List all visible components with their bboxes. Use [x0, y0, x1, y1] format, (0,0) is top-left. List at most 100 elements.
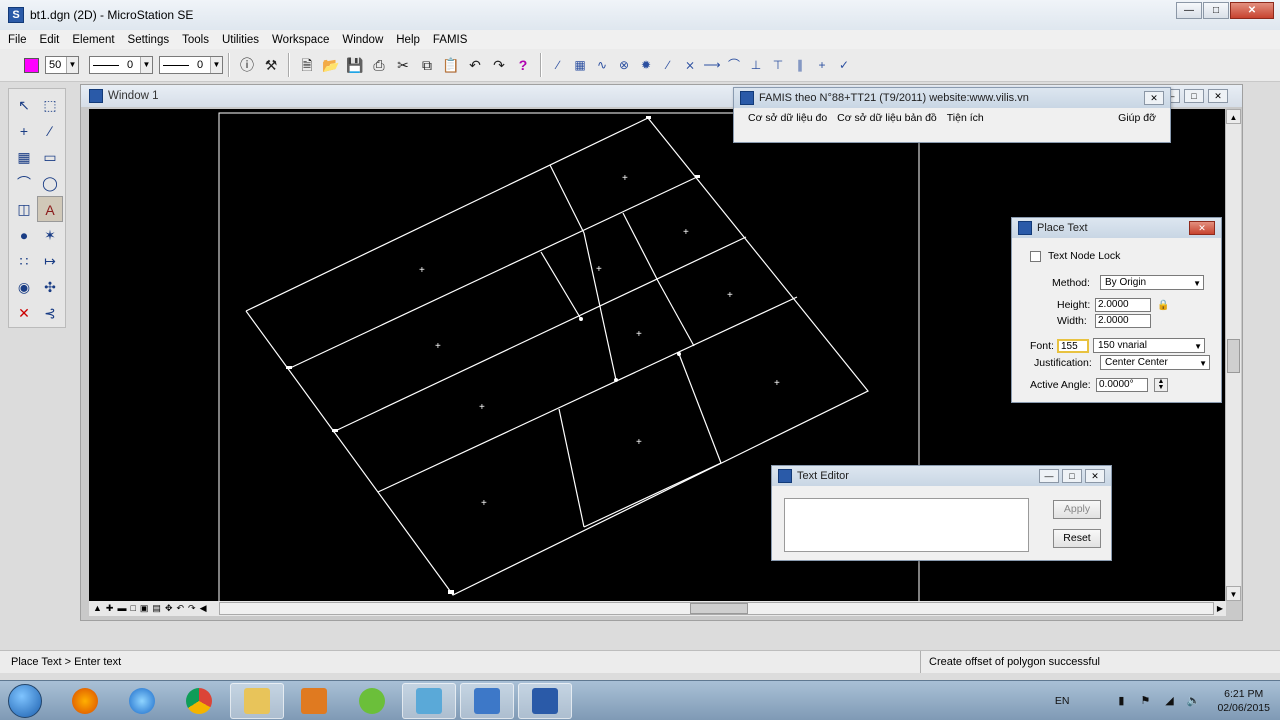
- taskbar-explorer[interactable]: [230, 683, 284, 719]
- window-area-icon[interactable]: □: [130, 603, 135, 614]
- clock[interactable]: 6:21 PM 02/06/2015: [1217, 687, 1270, 715]
- minimize-button[interactable]: —: [1176, 2, 1202, 19]
- text-node-lock-checkbox[interactable]: [1030, 250, 1041, 262]
- fit-view-icon[interactable]: ▣: [140, 603, 149, 614]
- redo-icon[interactable]: ↷: [488, 54, 510, 76]
- view-maximize-button[interactable]: □: [1184, 89, 1204, 103]
- polyline-icon[interactable]: ∕: [658, 54, 678, 76]
- place-text-close-button[interactable]: ✕: [1189, 221, 1215, 235]
- fork-icon[interactable]: ⊤: [768, 54, 788, 76]
- reset-button[interactable]: Reset: [1053, 529, 1101, 548]
- volume-icon[interactable]: 🔈: [1186, 694, 1201, 708]
- paste-icon[interactable]: 📋: [440, 54, 462, 76]
- line-tool-icon[interactable]: ∕: [548, 54, 568, 76]
- taskbar-media-player[interactable]: [287, 683, 341, 719]
- angle-spinner[interactable]: ▲ ▼: [1154, 378, 1168, 392]
- menu-workspace[interactable]: Workspace: [272, 34, 329, 46]
- copy-element-icon[interactable]: ∷: [11, 248, 37, 274]
- snap-icon[interactable]: ∿: [592, 54, 612, 76]
- start-button[interactable]: [8, 684, 42, 718]
- globe-icon[interactable]: ◉: [11, 274, 37, 300]
- active-angle-field[interactable]: 0.0000°: [1096, 378, 1148, 392]
- cell-icon[interactable]: ◫: [11, 196, 37, 222]
- famis-menu-survey-data[interactable]: Cơ sở dữ liệu đo: [748, 112, 827, 124]
- active-color-swatch[interactable]: [24, 57, 39, 73]
- scroll-up-icon[interactable]: ▲: [1226, 109, 1241, 124]
- copy-icon[interactable]: ⧉: [416, 54, 438, 76]
- line-icon[interactable]: ∕: [37, 118, 63, 144]
- scroll-right-icon[interactable]: ▶: [1214, 604, 1226, 613]
- menu-settings[interactable]: Settings: [128, 34, 170, 46]
- gear-icon[interactable]: ✹: [636, 54, 656, 76]
- width-field[interactable]: 2.0000: [1095, 314, 1151, 328]
- famis-menu-help[interactable]: Giúp đỡ: [1118, 112, 1156, 124]
- delete-icon[interactable]: ✕: [11, 300, 37, 326]
- lock-icon[interactable]: 🔒: [1157, 300, 1169, 311]
- horizontal-scroll-thumb[interactable]: [690, 603, 748, 614]
- attributes-icon[interactable]: ⚒: [260, 54, 282, 76]
- arc-icon[interactable]: ⌒: [724, 54, 744, 76]
- justification-dropdown[interactable]: Center Center ▼: [1100, 355, 1210, 370]
- maximize-button[interactable]: □: [1203, 2, 1229, 19]
- measure-icon[interactable]: ↦: [37, 248, 63, 274]
- menu-element[interactable]: Element: [72, 34, 114, 46]
- menu-file[interactable]: File: [8, 34, 27, 46]
- scroll-down-icon[interactable]: ▼: [1226, 586, 1241, 601]
- method-dropdown[interactable]: By Origin ▼: [1100, 275, 1204, 290]
- save-icon[interactable]: 💾: [344, 54, 366, 76]
- cut-icon[interactable]: ✂: [392, 54, 414, 76]
- level-combo[interactable]: 50 ▼: [45, 56, 79, 74]
- shape-icon[interactable]: ▦: [11, 144, 37, 170]
- apply-button[interactable]: Apply: [1053, 500, 1101, 519]
- network-icon[interactable]: ◢: [1162, 694, 1176, 708]
- taskbar-app-pen[interactable]: [460, 683, 514, 719]
- view-next-icon[interactable]: ↷: [188, 603, 196, 614]
- node-icon[interactable]: ⟶: [702, 54, 722, 76]
- vertical-scrollbar[interactable]: ▲ ▼: [1225, 109, 1241, 601]
- text-editor-close-button[interactable]: ✕: [1085, 469, 1105, 483]
- manipulate-icon[interactable]: ✶: [37, 222, 63, 248]
- font-dropdown[interactable]: 150 vnarial ▼: [1093, 338, 1205, 353]
- check-line-icon[interactable]: ✓: [834, 54, 854, 76]
- info-icon[interactable]: ⓘ: [236, 54, 258, 76]
- circle-icon[interactable]: ◯: [37, 170, 63, 196]
- intersect-icon[interactable]: ⨯: [680, 54, 700, 76]
- menu-tools[interactable]: Tools: [182, 34, 209, 46]
- help-icon[interactable]: ?: [512, 54, 534, 76]
- fence-icon[interactable]: ⬚: [37, 92, 63, 118]
- arc-tool-icon[interactable]: ⌒: [11, 170, 37, 196]
- menu-famis[interactable]: FAMIS: [433, 34, 468, 46]
- menu-edit[interactable]: Edit: [40, 34, 60, 46]
- taskbar-app-blue[interactable]: [402, 683, 456, 719]
- language-indicator[interactable]: EN: [1055, 695, 1070, 707]
- view-close-button[interactable]: ✕: [1208, 89, 1228, 103]
- view-lock-icon[interactable]: ▲: [93, 603, 102, 614]
- taskbar-firefox[interactable]: [58, 683, 112, 719]
- move-icon[interactable]: ✣: [37, 274, 63, 300]
- famis-menu-utilities[interactable]: Tiện ích: [947, 112, 984, 124]
- famis-menu-map-data[interactable]: Cơ sở dữ liệu bản đồ: [837, 112, 937, 124]
- new-file-icon[interactable]: 🗎: [296, 54, 318, 76]
- text-editor-input[interactable]: [784, 498, 1029, 552]
- menu-window[interactable]: Window: [342, 34, 383, 46]
- text-editor-maximize-button[interactable]: □: [1062, 469, 1082, 483]
- battery-icon[interactable]: ▮: [1114, 694, 1128, 708]
- select-arrow-icon[interactable]: ↖: [11, 92, 37, 118]
- rectangle-icon[interactable]: ▭: [37, 144, 63, 170]
- flag-icon[interactable]: ⚑: [1138, 694, 1152, 708]
- close-button[interactable]: ✕: [1230, 2, 1274, 19]
- point-icon[interactable]: +: [11, 118, 37, 144]
- open-folder-icon[interactable]: 📂: [320, 54, 342, 76]
- undo-icon[interactable]: ↶: [464, 54, 486, 76]
- scroll-left-icon[interactable]: ◀: [200, 603, 207, 614]
- circle-cross-icon[interactable]: ⊗: [614, 54, 634, 76]
- hatch-icon[interactable]: ▦: [570, 54, 590, 76]
- menu-help[interactable]: Help: [396, 34, 420, 46]
- zoom-out-icon[interactable]: ▬: [117, 603, 126, 614]
- font-number-field[interactable]: 155: [1057, 338, 1089, 353]
- taskbar-microstation[interactable]: [518, 683, 572, 719]
- taskbar-app-green[interactable]: [345, 683, 399, 719]
- taskbar-chrome[interactable]: [172, 683, 226, 719]
- horizontal-scrollbar[interactable]: [219, 602, 1214, 615]
- parallel-icon[interactable]: ∥: [790, 54, 810, 76]
